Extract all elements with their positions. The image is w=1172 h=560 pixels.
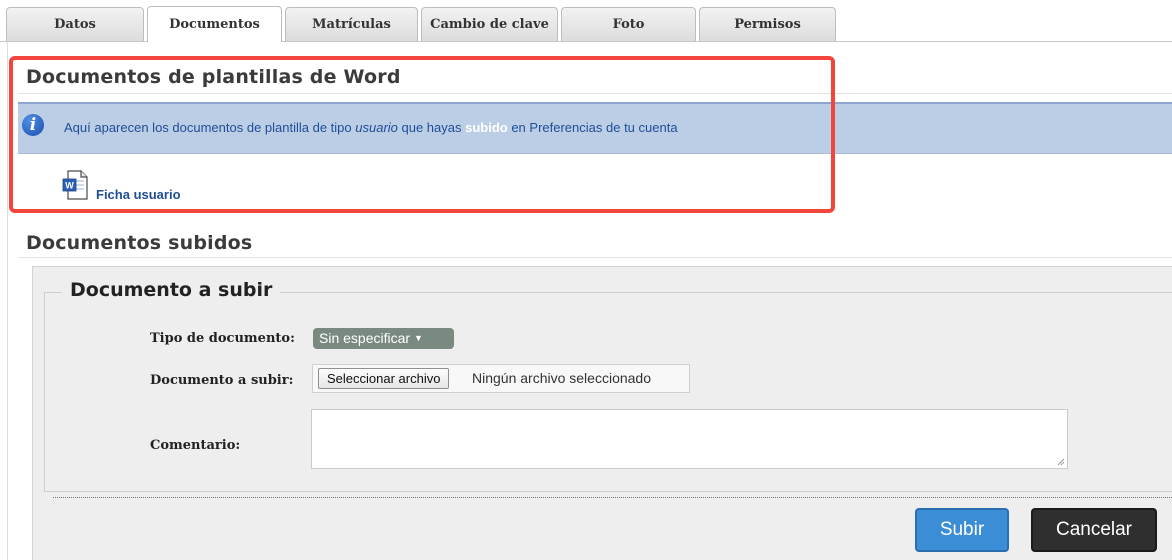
file-status-text: Ningún archivo seleccionado [472, 370, 651, 386]
comment-textarea[interactable] [311, 409, 1068, 469]
document-type-label: Tipo de documento: [150, 331, 295, 346]
word-document-icon: W [62, 170, 88, 200]
file-input[interactable]: Seleccionar archivo Ningún archivo selec… [312, 364, 690, 393]
info-text-part3: en Preferencias de tu cuenta [507, 120, 678, 135]
word-template-link[interactable]: Ficha usuario [96, 187, 181, 202]
comment-label: Comentario: [150, 438, 241, 453]
submit-button[interactable]: Subir [915, 508, 1009, 552]
info-message-text: Aquí aparecen los documentos de plantill… [64, 120, 678, 135]
file-label: Documento a subir: [150, 373, 294, 388]
tab-documentos[interactable]: Documentos [147, 6, 282, 42]
info-message-bar: i Aquí aparecen los documentos de planti… [18, 102, 1172, 154]
uploaded-documents-title: Documentos subidos [26, 232, 253, 254]
upload-fieldset-legend: Documento a subir [62, 279, 281, 301]
resize-grip-icon[interactable] [1057, 458, 1065, 466]
chevron-down-icon: ▼ [414, 333, 423, 343]
info-text-part1: Aquí aparecen los documentos de plantill… [64, 120, 356, 135]
info-text-highlight: subido [465, 120, 508, 135]
info-text-emphasis: usuario [355, 120, 398, 135]
tab-foto[interactable]: Foto [561, 7, 696, 41]
tab-permisos[interactable]: Permisos [699, 7, 836, 41]
content-left-border [7, 42, 8, 560]
tab-cambio-de-clave[interactable]: Cambio de clave [421, 7, 558, 41]
tab-datos[interactable]: Datos [6, 7, 144, 41]
svg-text:W: W [65, 181, 74, 191]
document-type-value: Sin especificar [319, 330, 411, 346]
uploaded-documents-title-rule [18, 257, 1172, 258]
tab-bar: Datos Documentos Matrículas Cambio de cl… [0, 0, 1172, 42]
info-icon: i [22, 114, 44, 136]
choose-file-button[interactable]: Seleccionar archivo [318, 368, 450, 389]
tab-matriculas[interactable]: Matrículas [285, 7, 418, 41]
cancel-button[interactable]: Cancelar [1031, 508, 1157, 552]
form-actions-divider [53, 497, 1172, 498]
info-text-part2: que hayas [397, 120, 466, 135]
word-templates-title-rule [18, 93, 1172, 94]
word-templates-title: Documentos de plantillas de Word [26, 66, 401, 88]
document-type-select[interactable]: Sin especificar ▼ [313, 328, 454, 349]
